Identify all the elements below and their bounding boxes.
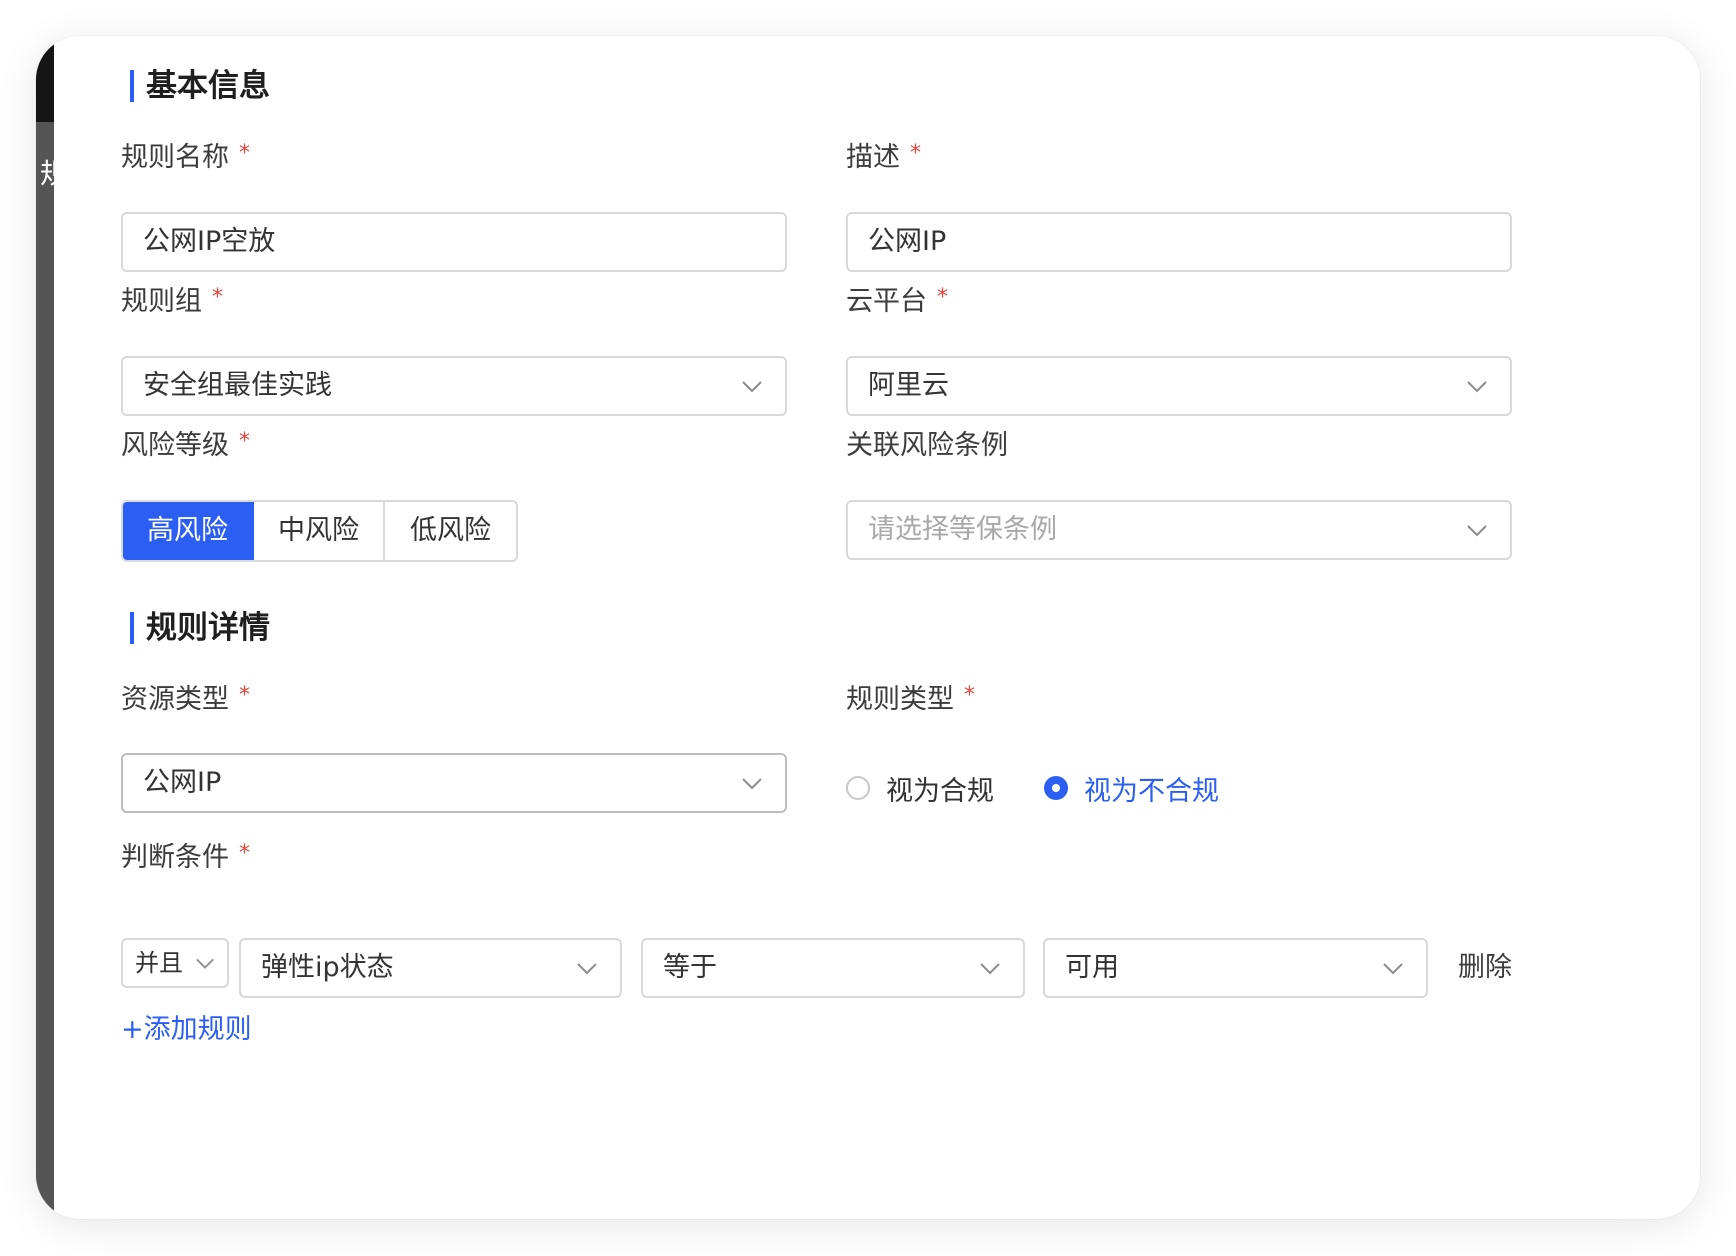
rule-group-label: 规则组 *: [121, 285, 223, 317]
chevron-down-icon: [577, 963, 597, 975]
related-risk-label: 关联风险条例: [846, 430, 1008, 461]
radio-checked-icon: [1044, 776, 1068, 800]
required-mark: *: [937, 285, 948, 310]
resource-type-label: 资源类型 *: [121, 683, 250, 715]
required-mark: *: [910, 141, 921, 166]
chevron-down-icon: [1467, 381, 1487, 393]
chevron-down-icon: [742, 778, 762, 790]
condition-attribute-select[interactable]: 弹性ip状态: [239, 938, 622, 998]
risk-level-low[interactable]: 低风险: [385, 502, 516, 560]
rule-form-card: 规 基本信息 规则名称* 公网IP空放 描述* 公网IP 规则组* 安全组最佳实…: [36, 36, 1700, 1219]
rule-group-select[interactable]: 安全组最佳实践: [121, 356, 787, 416]
chevron-down-icon: [1383, 963, 1403, 975]
rule-type-compliant-radio[interactable]: 视为合规: [846, 768, 994, 808]
chevron-down-icon: [980, 963, 1000, 975]
cloud-platform-select[interactable]: 阿里云: [846, 356, 1512, 416]
condition-logic-select[interactable]: 并且: [121, 938, 229, 988]
required-mark: *: [239, 429, 250, 454]
chevron-down-icon: [742, 381, 762, 393]
required-mark: *: [239, 141, 250, 166]
section-title-detail: 规则详情: [130, 610, 270, 646]
description-label: 描述 *: [846, 141, 921, 173]
required-mark: *: [239, 683, 250, 708]
section-title-basic: 基本信息: [130, 68, 270, 104]
related-risk-select[interactable]: 请选择等保条例: [846, 500, 1512, 560]
required-mark: *: [239, 841, 250, 866]
rule-name-input[interactable]: 公网IP空放: [121, 212, 787, 272]
risk-level-segmented: 高风险 中风险 低风险: [121, 500, 518, 562]
required-mark: *: [964, 683, 975, 708]
background-peek-text: 规: [40, 154, 54, 194]
risk-level-label: 风险等级 *: [121, 429, 250, 461]
description-input[interactable]: 公网IP: [846, 212, 1512, 272]
delete-condition-button[interactable]: 删除: [1458, 950, 1512, 986]
condition-operator-select[interactable]: 等于: [641, 938, 1025, 998]
condition-label: 判断条件 *: [121, 841, 250, 873]
risk-level-high[interactable]: 高风险: [123, 502, 254, 560]
rule-type-noncompliant-radio[interactable]: 视为不合规: [1044, 768, 1219, 808]
rule-name-label: 规则名称 *: [121, 141, 250, 173]
chevron-down-icon: [1467, 525, 1487, 537]
condition-value-select[interactable]: 可用: [1043, 938, 1428, 998]
resource-type-select[interactable]: 公网IP: [121, 753, 787, 813]
risk-level-medium[interactable]: 中风险: [254, 502, 385, 560]
add-rule-button[interactable]: +添加规则: [121, 1012, 252, 1048]
form-content: 基本信息 规则名称 * 公网IP空放 描述 * 公网IP 规则组 * 安全组最佳实践 …: [54, 36, 1700, 1219]
cloud-platform-label: 云平台 *: [846, 285, 948, 317]
rule-type-label: 规则类型 *: [846, 683, 975, 715]
required-mark: *: [212, 285, 223, 310]
background-window-edge: 规: [36, 36, 54, 1219]
chevron-down-icon: [196, 958, 214, 969]
radio-unchecked-icon: [846, 776, 870, 800]
